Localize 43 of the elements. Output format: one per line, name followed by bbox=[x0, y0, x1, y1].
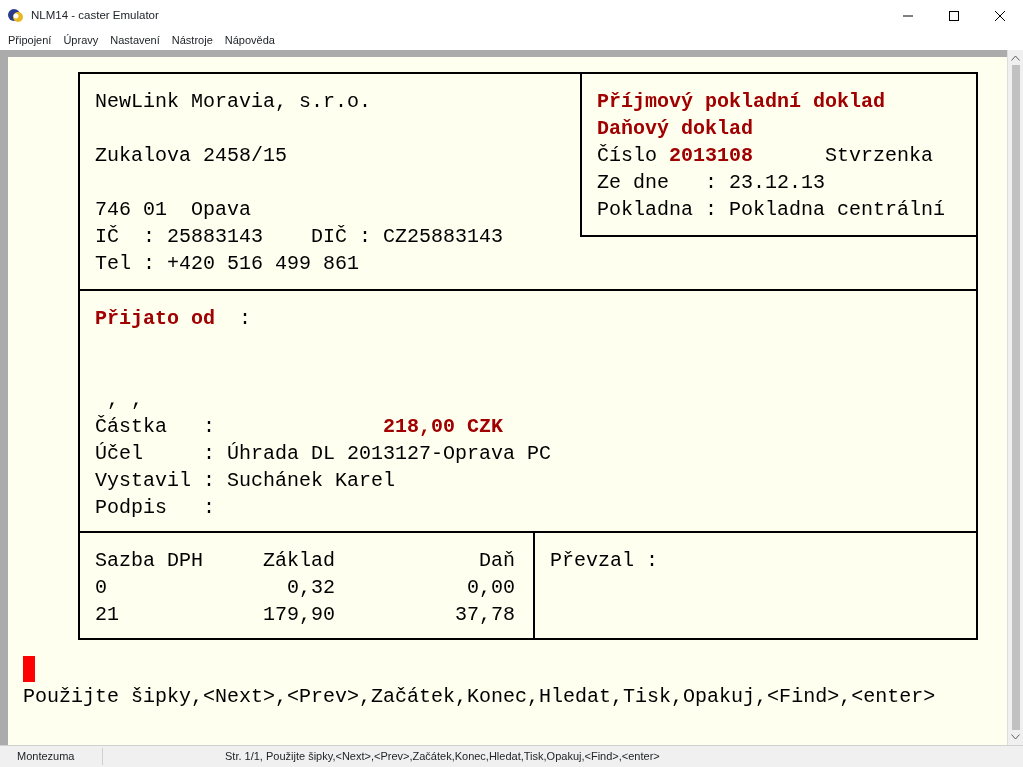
minimize-icon bbox=[903, 14, 913, 17]
close-icon bbox=[995, 10, 1005, 21]
table-cell-text: 21 bbox=[95, 602, 120, 628]
menu-item[interactable]: Připojení bbox=[2, 32, 58, 49]
menu-item[interactable]: Nápověda bbox=[218, 32, 281, 49]
receipt-header-line: Číslo 2013108 Stvrzenka bbox=[597, 143, 935, 169]
company-info-line: 746 01 Opava bbox=[95, 197, 253, 223]
receipt-header-line: Pokladna : Pokladna centrální bbox=[597, 197, 947, 223]
menu-item[interactable]: Nástroje bbox=[165, 32, 219, 49]
window-title: NLM14 - caster Emulator bbox=[31, 7, 159, 23]
table-cell-text: 0 bbox=[95, 575, 108, 601]
text-cursor bbox=[23, 656, 35, 682]
app-logo-icon bbox=[7, 6, 25, 25]
receipt-field-line: , , bbox=[106, 387, 144, 413]
column-header: Daň bbox=[478, 548, 515, 574]
scroll-up-icon[interactable] bbox=[1011, 55, 1020, 61]
column-header: Sazba DPH bbox=[95, 548, 205, 574]
scroll-down-icon[interactable] bbox=[1011, 734, 1020, 740]
receipt-field-line: Vystavil : Suchánek Karel bbox=[95, 468, 397, 494]
receipt-title: Daňový doklad bbox=[597, 116, 755, 142]
menu-item[interactable]: Úpravy bbox=[57, 32, 105, 49]
receipt-title: Příjmový pokladní doklad bbox=[597, 89, 887, 115]
company-info-line: Zukalova 2458/15 bbox=[95, 143, 289, 169]
receipt-field-line: Částka : 218,00 CZK bbox=[95, 414, 505, 440]
vertical-scrollbar[interactable] bbox=[1007, 50, 1023, 745]
company-info-line: Tel : +420 516 499 861 bbox=[95, 251, 361, 277]
column-header: Základ bbox=[262, 548, 335, 574]
table-cell-text: 37,78 bbox=[454, 602, 515, 628]
command-prompt: Použijte šipky,<Next>,<Prev>,Začátek,Konec,Hledat,Tisk,Opakuj,<Find>,<enter> bbox=[23, 684, 937, 710]
menu-item[interactable]: Nastavení bbox=[104, 32, 166, 49]
status-text: Montezuma bbox=[0, 748, 103, 765]
table-cell-text: 0,32 bbox=[286, 575, 335, 601]
receipt-header-line: Ze dne : 23.12.13 bbox=[597, 170, 827, 196]
company-info-line: IČ : 25883143 DIČ : CZ25883143 bbox=[95, 224, 505, 250]
status-text: Str. 1/1, Použijte šipky,<Next>,<Prev>,Začátek,Konec,Hledat,Tisk,Opakuj,<Find>,<enter> bbox=[224, 749, 660, 765]
company-info-line: NewLink Moravia, s.r.o. bbox=[95, 89, 373, 115]
receipt-field-line: Podpis : bbox=[95, 495, 217, 521]
table-cell-text: 179,90 bbox=[262, 602, 335, 628]
table-cell-text: 0,00 bbox=[466, 575, 515, 601]
received-by-label: Převzal : bbox=[550, 548, 659, 574]
maximize-icon bbox=[949, 10, 959, 21]
receipt-field-line: Přijato od : bbox=[95, 306, 253, 332]
receipt-field-line: Účel : Úhrada DL 2013127-Oprava PC bbox=[95, 441, 553, 467]
